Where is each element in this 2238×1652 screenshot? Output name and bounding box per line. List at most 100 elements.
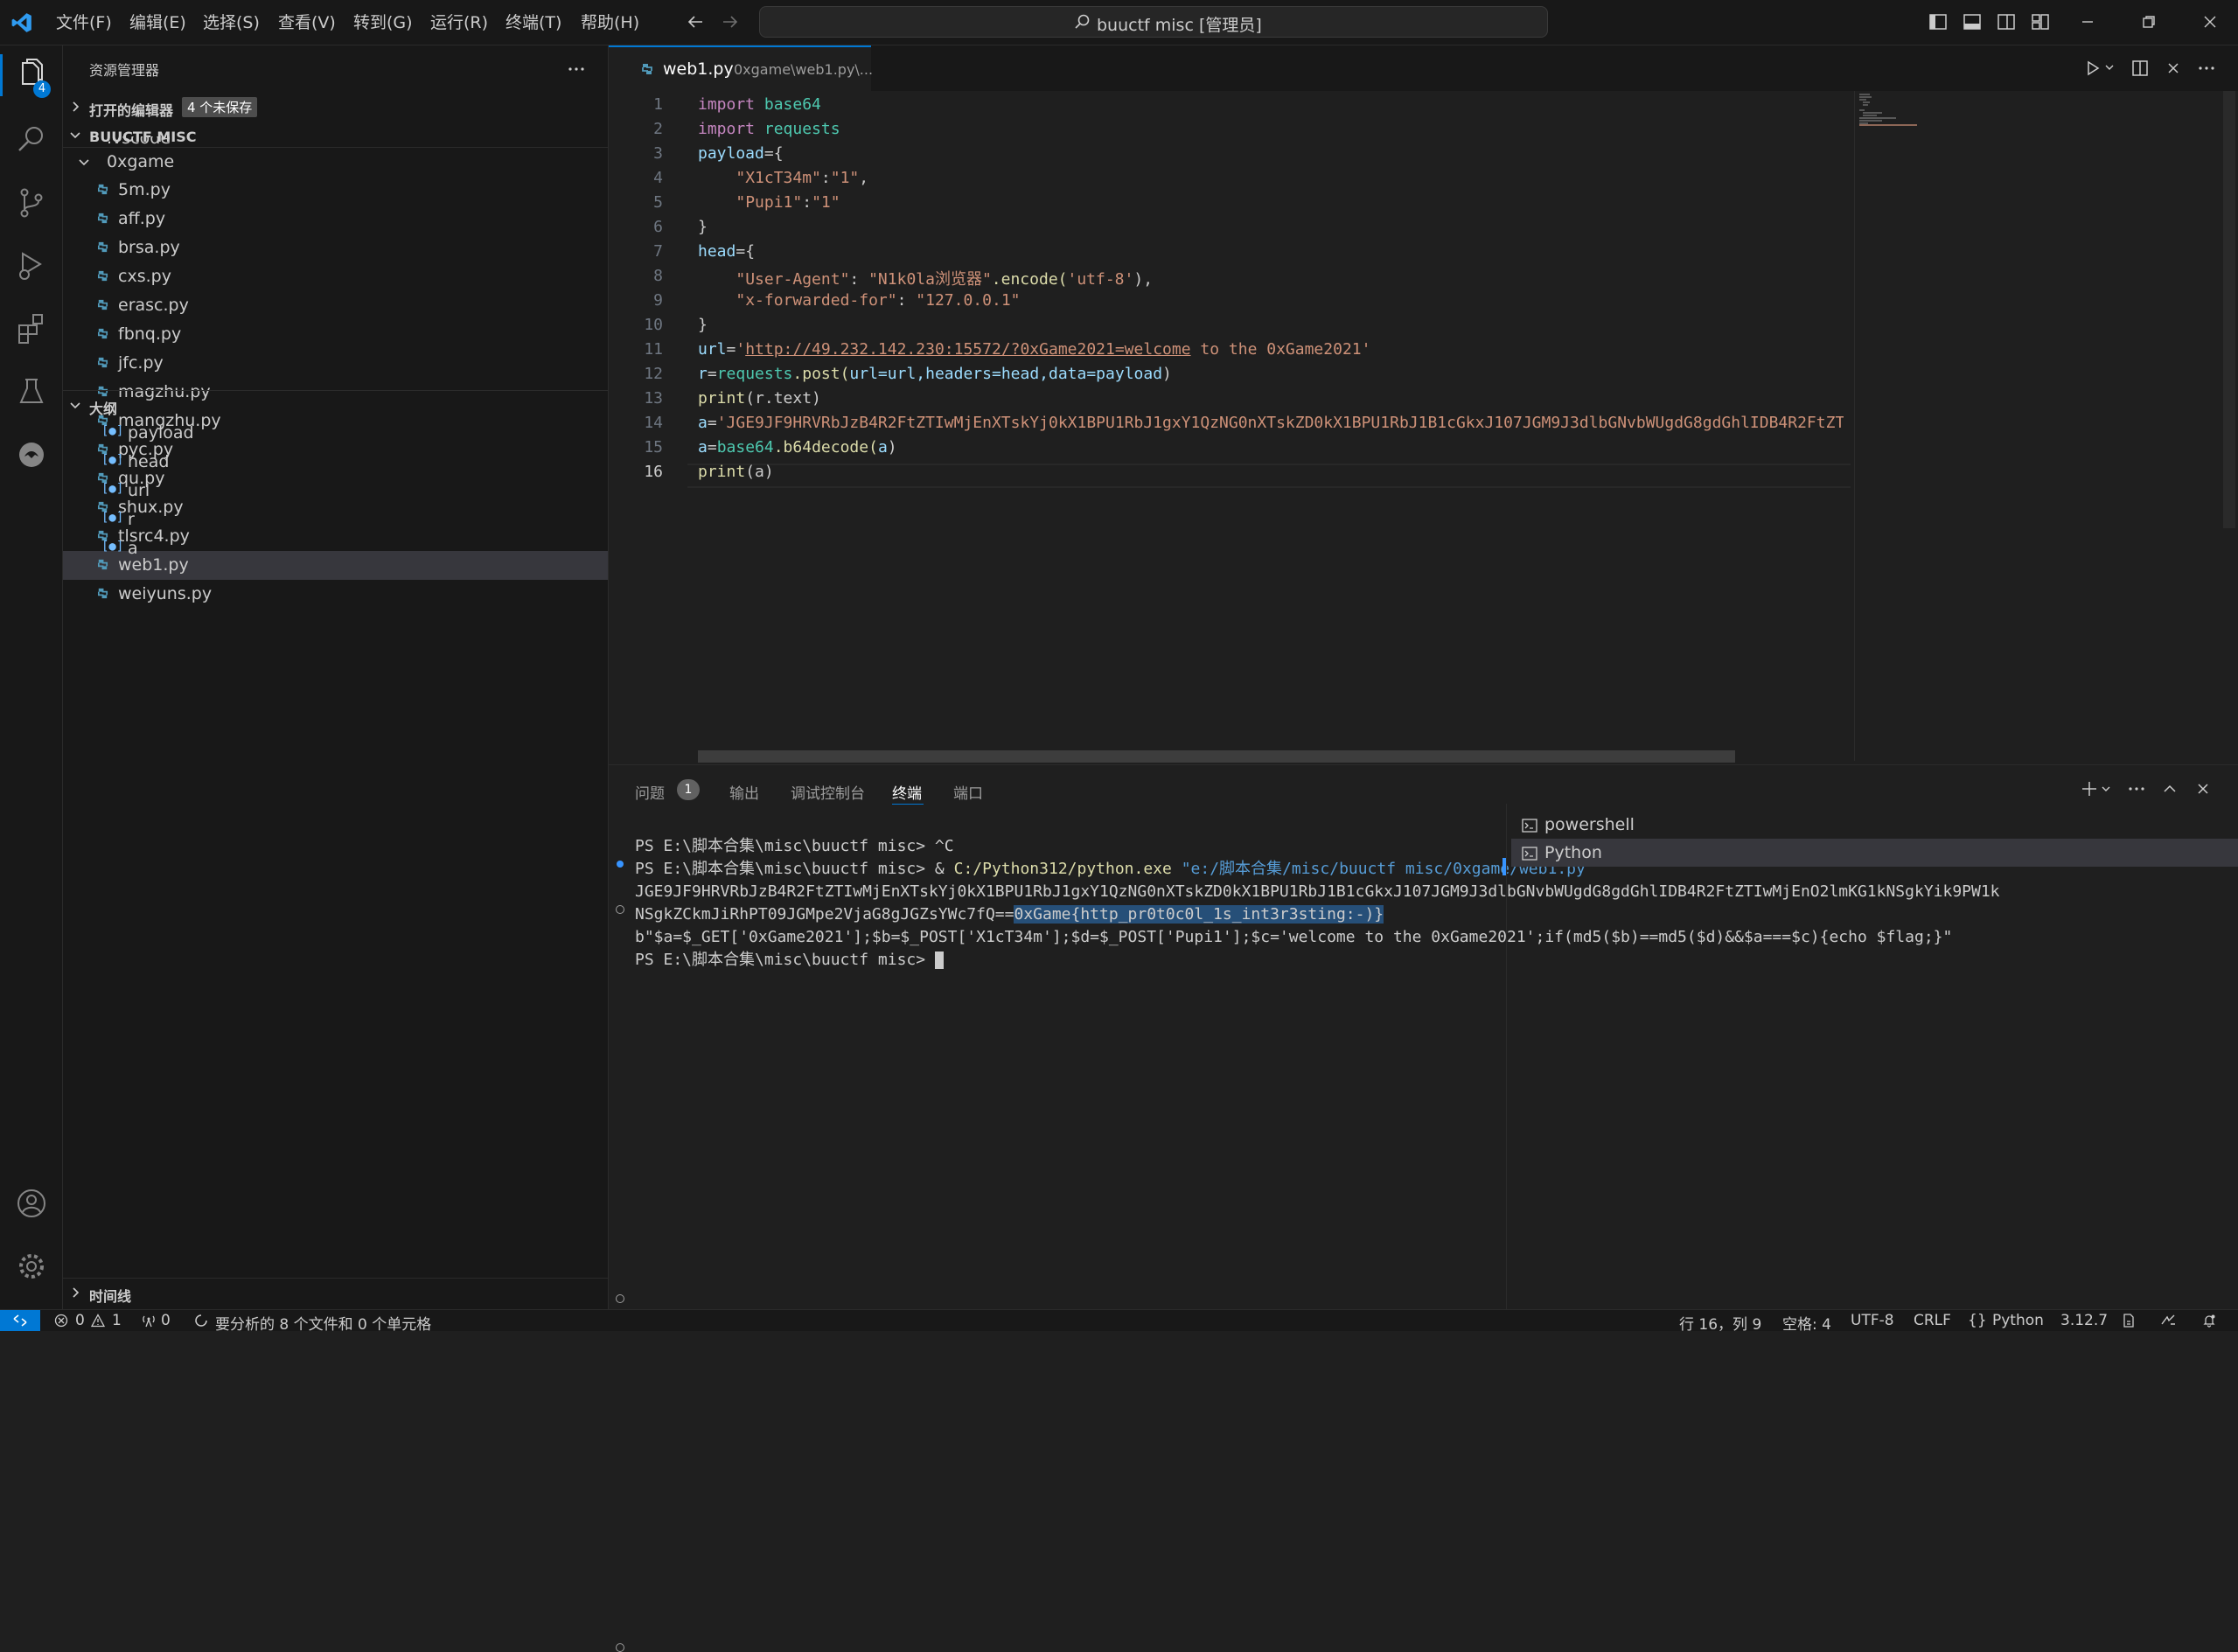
outline-section[interactable]: 大纲: [63, 390, 608, 420]
file-item[interactable]: 5m.py: [63, 176, 608, 205]
accounts-icon[interactable]: [12, 1184, 51, 1223]
code-line-9: "x-forwarded-for": "127.0.0.1": [698, 291, 1020, 310]
python-env-icon[interactable]: [2122, 1314, 2136, 1328]
code-line-14: a='JGE9JF9HRVRbJzB4R2FtZTIwMjEnXTskYj0kX…: [698, 414, 1844, 432]
restore-icon[interactable]: [2139, 12, 2158, 31]
tab-debug-console[interactable]: 调试控制台: [791, 781, 865, 803]
new-terminal-plus-icon[interactable]: [2080, 779, 2099, 798]
editor-more-actions-icon[interactable]: [2197, 59, 2216, 78]
menu-terminal[interactable]: 终端(T): [505, 10, 561, 33]
code-line-10: }: [698, 316, 708, 334]
terminal-line: b"$a=$_GET['0xGame2021'];$b=$_POST['X1cT…: [635, 928, 1953, 946]
run-dropdown-chevron-icon[interactable]: [2102, 60, 2116, 74]
remote-indicator[interactable]: [0, 1310, 40, 1331]
menu-go[interactable]: 转到(G): [353, 10, 413, 33]
more-actions-icon[interactable]: [567, 59, 586, 79]
toggle-secondary-sidebar-icon[interactable]: [1997, 12, 2016, 31]
close-panel-icon[interactable]: [2193, 779, 2213, 798]
menu-file[interactable]: 文件(F): [56, 10, 112, 33]
file-label: cxs.py: [118, 267, 171, 286]
vscode-logo-icon: [10, 11, 33, 34]
command-decoration-dot-icon[interactable]: [616, 1643, 624, 1652]
menu-view[interactable]: 查看(V): [278, 10, 336, 33]
shell-tab-python[interactable]: Python: [1511, 839, 2238, 867]
maximize-panel-chevron-icon[interactable]: [2160, 779, 2179, 798]
active-indicator: [0, 54, 3, 96]
tab-web1-py[interactable]: web1.py 0xgame\web1.py\...: [609, 45, 873, 93]
customize-layout-icon[interactable]: [2031, 12, 2050, 31]
menu-run[interactable]: 运行(R): [430, 10, 488, 33]
outline-item[interactable]: [●] r: [63, 505, 608, 534]
terminal-dropdown-icon[interactable]: [2099, 782, 2113, 796]
file-item[interactable]: aff.py: [63, 205, 608, 234]
forward-arrow-icon[interactable]: [721, 12, 740, 31]
cursor-position[interactable]: 行 16，列 9: [1679, 1312, 1761, 1334]
menu-help[interactable]: 帮助(H): [581, 10, 639, 33]
menu-selection[interactable]: 选择(S): [203, 10, 260, 33]
horizontal-scrollbar[interactable]: [698, 750, 1735, 763]
outline-item[interactable]: [●] head: [63, 448, 608, 477]
close-window-icon[interactable]: [2200, 12, 2220, 31]
file-item[interactable]: cxs.py: [63, 262, 608, 291]
file-item[interactable]: jfc.py: [63, 349, 608, 378]
outline-item[interactable]: [●] a: [63, 534, 608, 563]
command-center-search[interactable]: buuctf misc [管理员]: [759, 6, 1548, 38]
file-item[interactable]: brsa.py: [63, 234, 608, 262]
file-item[interactable]: erasc.py: [63, 291, 608, 320]
encoding[interactable]: UTF-8: [1851, 1312, 1894, 1329]
command-decoration-dot-icon[interactable]: [616, 905, 624, 914]
tab-output[interactable]: 输出: [729, 781, 759, 803]
token: .b64decode(: [773, 438, 878, 457]
timeline-section[interactable]: 时间线: [63, 1278, 608, 1307]
open-editors-section[interactable]: 打开的编辑器 4 个未保存: [63, 93, 608, 122]
menu-edit[interactable]: 编辑(E): [129, 10, 186, 33]
extensions-icon[interactable]: [12, 310, 51, 348]
outline-label: 大纲: [89, 401, 118, 417]
current-line-highlight-top: [687, 464, 1851, 465]
minimize-icon[interactable]: [2078, 12, 2097, 31]
toggle-panel-icon[interactable]: [1963, 12, 1982, 31]
indentation[interactable]: 空格: 4: [1782, 1312, 1831, 1334]
minimap[interactable]: [1858, 91, 1919, 143]
url-link[interactable]: http://49.232.142.230:15572/?0xGame2021=…: [745, 340, 1190, 359]
back-arrow-icon[interactable]: [686, 12, 705, 31]
token: =: [707, 365, 717, 383]
tab-terminal[interactable]: 终端: [892, 781, 922, 803]
copilot-icon[interactable]: [2160, 1314, 2176, 1328]
search-view-icon[interactable]: [12, 121, 51, 159]
token: "Pupi1": [736, 193, 803, 212]
chevron-down-icon: [77, 155, 91, 169]
explorer-badge: 4: [33, 80, 51, 98]
python-version[interactable]: 3.12.7: [2060, 1312, 2108, 1329]
python-file-icon: [640, 62, 654, 76]
panel-more-icon[interactable]: [2127, 779, 2146, 798]
notifications-bell-icon[interactable]: [2202, 1314, 2216, 1328]
run-python-icon[interactable]: [2083, 59, 2102, 78]
outline-item[interactable]: [●] payload: [63, 419, 608, 448]
source-control-icon[interactable]: [12, 184, 51, 222]
command-success-dot-icon[interactable]: [617, 861, 624, 868]
vscode-folder-partial[interactable]: .vscode: [63, 136, 608, 147]
testing-icon[interactable]: [12, 373, 51, 411]
code-editor[interactable]: 1 2 3 4 5 6 7 8 9 10 11 12 13 14 15 16 import base64 im…: [609, 91, 2238, 764]
vertical-scrollbar[interactable]: [2223, 91, 2235, 528]
run-debug-icon[interactable]: [12, 247, 51, 285]
command-decoration-dot-icon[interactable]: [616, 1294, 624, 1303]
tab-problems[interactable]: 问题: [635, 781, 665, 803]
split-editor-icon[interactable]: [2130, 59, 2150, 78]
file-label: brsa.py: [118, 238, 180, 257]
settings-gear-icon[interactable]: [12, 1247, 51, 1286]
file-item[interactable]: fbnq.py: [63, 320, 608, 349]
outline-item[interactable]: [●] url: [63, 477, 608, 505]
folder-0xgame[interactable]: 0xgame: [63, 148, 608, 177]
analysis-status[interactable]: 要分析的 8 个文件和 0 个单元格: [194, 1310, 544, 1334]
file-item[interactable]: weiyuns.py: [63, 580, 608, 609]
toggle-primary-sidebar-icon[interactable]: [1928, 12, 1948, 31]
language-mode[interactable]: Python: [1992, 1312, 2044, 1329]
remote-explorer-icon[interactable]: [12, 436, 51, 474]
close-editors-icon[interactable]: [2164, 59, 2183, 78]
token: base64: [716, 438, 774, 457]
end-of-line[interactable]: CRLF: [1914, 1312, 1951, 1329]
tab-ports[interactable]: 端口: [953, 781, 983, 803]
shell-tab-powershell[interactable]: powershell: [1511, 811, 2238, 839]
